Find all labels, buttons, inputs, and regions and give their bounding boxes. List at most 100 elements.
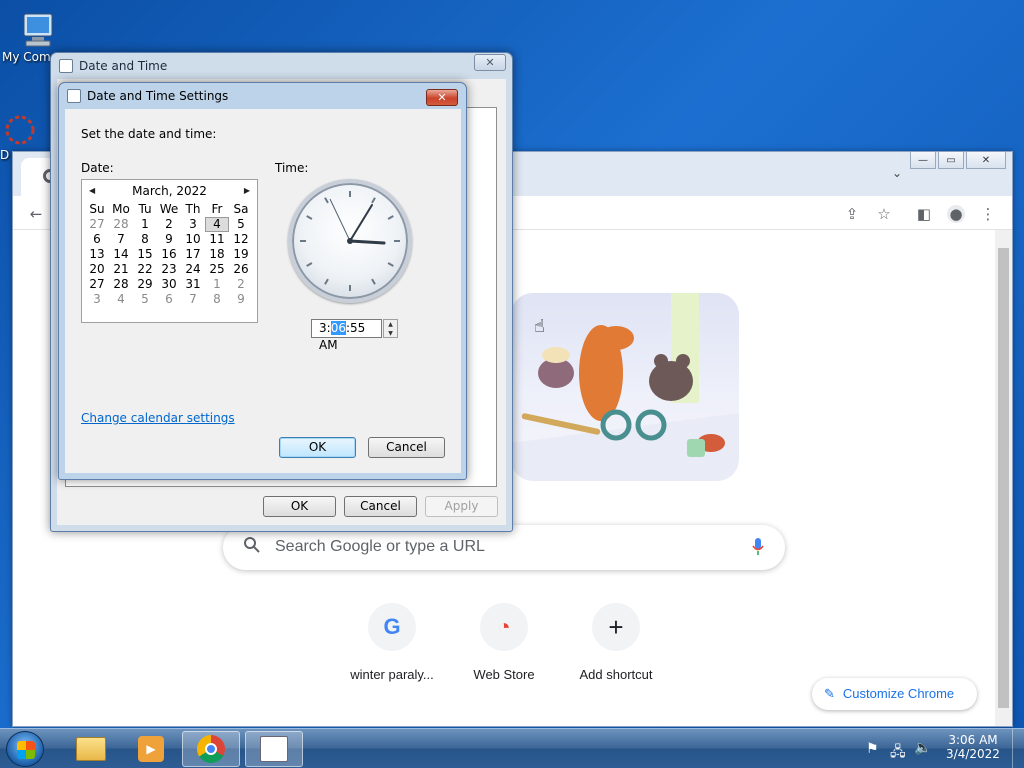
calendar-day[interactable]: 30	[157, 277, 181, 292]
calendar-day[interactable]: 20	[85, 262, 109, 277]
shortcut-tile[interactable]: G winter paraly...	[337, 603, 447, 682]
spin-down-icon[interactable]: ▼	[384, 329, 397, 338]
volume-icon[interactable]: 🔈	[914, 740, 931, 756]
calendar-day[interactable]: 6	[157, 292, 181, 307]
taskbar-chrome[interactable]	[182, 731, 240, 767]
back-icon[interactable]: ←	[27, 205, 45, 223]
next-month-icon[interactable]: ▶	[244, 180, 250, 202]
spin-up-icon[interactable]: ▲	[384, 320, 397, 329]
taskbar-explorer[interactable]	[62, 731, 120, 767]
calendar-day[interactable]: 13	[85, 247, 109, 262]
calendar-day[interactable]: 7	[109, 232, 133, 247]
shortcut-label: Add shortcut	[579, 667, 653, 682]
add-shortcut-tile[interactable]: + Add shortcut	[561, 603, 671, 682]
calendar-day[interactable]: 5	[133, 292, 157, 307]
taskbar-media-player[interactable]: ▶	[122, 731, 180, 767]
maximize-icon[interactable]: ▭	[938, 152, 964, 169]
google-doodle[interactable]	[511, 293, 739, 481]
cancel-button[interactable]: Cancel	[344, 496, 417, 517]
calendar-day[interactable]: 15	[133, 247, 157, 262]
month-calendar[interactable]: ◀ March, 2022 ▶ Su Mo Tu We Th Fr Sa 27 28 1 2 3 4 5 6…	[81, 179, 258, 323]
ok-button[interactable]: OK	[279, 437, 356, 458]
shortcut-tile[interactable]: ◔ Web Store	[449, 603, 559, 682]
calendar-day[interactable]: 28	[109, 277, 133, 292]
time-spinner[interactable]: ▲ ▼	[383, 319, 398, 338]
calendar-day[interactable]: 2	[157, 217, 181, 232]
calendar-day[interactable]: 29	[133, 277, 157, 292]
calendar-day[interactable]: 12	[229, 232, 253, 247]
tab-search-chevron-icon[interactable]: ⌄	[892, 166, 902, 180]
side-panel-icon[interactable]: ◧	[915, 205, 933, 223]
menu-icon[interactable]: ⋮	[979, 205, 997, 223]
change-calendar-settings-link[interactable]: Change calendar settings	[81, 411, 235, 425]
calendar-day[interactable]: 3	[85, 292, 109, 307]
calendar-clock-icon	[260, 736, 288, 762]
ok-button[interactable]: OK	[263, 496, 336, 517]
calendar-day[interactable]: 7	[181, 292, 205, 307]
calendar-day[interactable]: 24	[181, 262, 205, 277]
dialog-titlebar[interactable]: Date and Time Settings ✕	[59, 83, 466, 109]
calendar-day[interactable]: 28	[109, 217, 133, 232]
start-button[interactable]	[6, 731, 44, 767]
instruction-text: Set the date and time:	[81, 127, 217, 141]
microphone-icon[interactable]	[751, 537, 765, 560]
network-icon	[2, 112, 38, 148]
close-icon[interactable]: ✕	[426, 89, 458, 106]
calendar-day[interactable]: 31	[181, 277, 205, 292]
minimize-icon[interactable]: —	[910, 152, 936, 169]
calendar-day-selected[interactable]: 4	[205, 217, 229, 232]
calendar-day[interactable]: 6	[85, 232, 109, 247]
calendar-day[interactable]: 5	[229, 217, 253, 232]
weekday-header: Fr	[211, 202, 223, 216]
minute-selection[interactable]: 06	[330, 321, 346, 335]
apply-button[interactable]: Apply	[425, 496, 498, 517]
windows-logo-icon	[17, 741, 35, 759]
dialog-title: Date and Time Settings	[87, 89, 229, 103]
previous-month-icon[interactable]: ◀	[89, 180, 95, 202]
calendar-day[interactable]: 23	[157, 262, 181, 277]
network-icon[interactable]: 🖧	[890, 741, 906, 765]
calendar-day[interactable]: 16	[157, 247, 181, 262]
scrollbar-thumb[interactable]	[998, 248, 1009, 708]
close-icon[interactable]: ✕	[966, 152, 1006, 169]
time-field[interactable]: 3:06:55 AM	[311, 319, 382, 352]
cancel-button[interactable]: Cancel	[368, 437, 445, 458]
calendar-day[interactable]: 2	[229, 277, 253, 292]
dialog-titlebar[interactable]: Date and Time ✕	[51, 53, 512, 79]
calendar-day[interactable]: 1	[133, 217, 157, 232]
calendar-day[interactable]: 21	[109, 262, 133, 277]
taskbar-date-time[interactable]	[245, 731, 303, 767]
calendar-day[interactable]: 9	[229, 292, 253, 307]
show-desktop-button[interactable]	[1012, 729, 1024, 768]
close-icon[interactable]: ✕	[474, 54, 506, 71]
calendar-day[interactable]: 3	[181, 217, 205, 232]
calendar-day[interactable]: 4	[109, 292, 133, 307]
search-input[interactable]: Search Google or type a URL	[275, 538, 485, 556]
calendar-day[interactable]: 27	[85, 277, 109, 292]
calendar-day[interactable]: 19	[229, 247, 253, 262]
bookmark-star-icon[interactable]: ☆	[875, 205, 893, 223]
calendar-day[interactable]: 9	[157, 232, 181, 247]
action-center-flag-icon[interactable]: ⚑	[866, 741, 879, 757]
calendar-month-label[interactable]: March, 2022	[132, 184, 207, 198]
calendar-day[interactable]: 27	[85, 217, 109, 232]
profile-icon[interactable]: ●	[947, 205, 965, 223]
calendar-day[interactable]: 8	[133, 232, 157, 247]
customize-chrome-button[interactable]: ✎ Customize Chrome	[812, 678, 977, 710]
calendar-day[interactable]: 25	[205, 262, 229, 277]
date-and-time-settings-dialog[interactable]: Date and Time Settings ✕ Set the date an…	[58, 82, 467, 480]
share-icon[interactable]: ⇪	[843, 205, 861, 223]
calendar-day[interactable]: 14	[109, 247, 133, 262]
calendar-day[interactable]: 18	[205, 247, 229, 262]
chrome-scrollbar[interactable]	[995, 230, 1012, 726]
calendar-day[interactable]: 26	[229, 262, 253, 277]
calendar-day[interactable]: 8	[205, 292, 229, 307]
calendar-day[interactable]: 11	[205, 232, 229, 247]
calendar-day[interactable]: 1	[205, 277, 229, 292]
search-icon	[243, 536, 261, 557]
customize-label: Customize Chrome	[842, 686, 955, 701]
calendar-day[interactable]: 22	[133, 262, 157, 277]
calendar-day[interactable]: 17	[181, 247, 205, 262]
calendar-day[interactable]: 10	[181, 232, 205, 247]
tray-clock[interactable]: 3:06 AM 3/4/2022	[940, 733, 1006, 761]
